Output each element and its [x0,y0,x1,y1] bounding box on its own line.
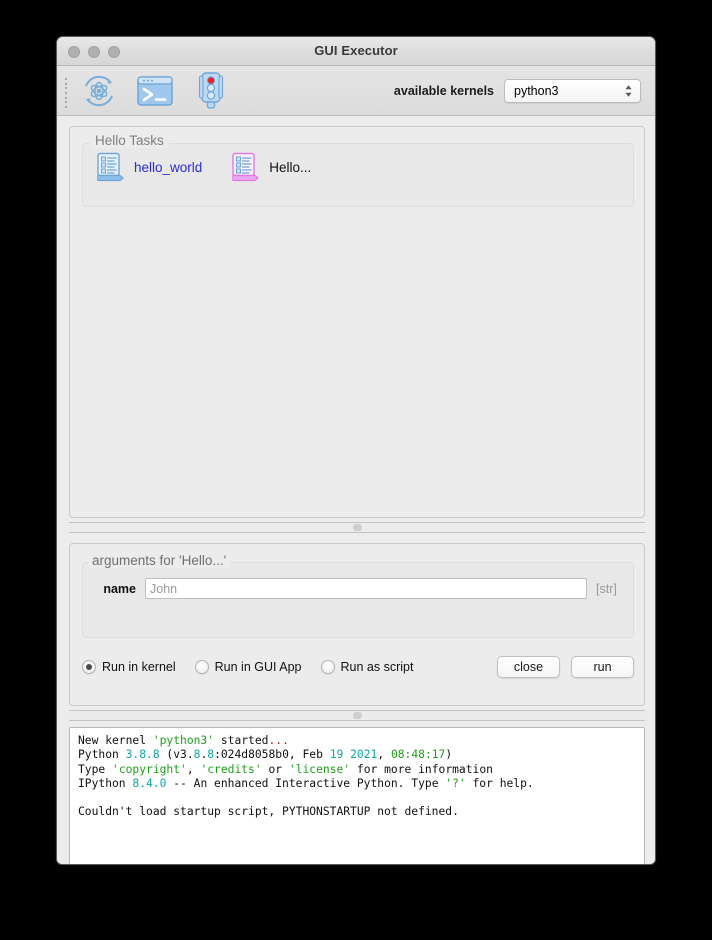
console-line: Type 'copyright', 'credits' or 'license'… [78,762,493,776]
script-document-pink-icon [232,152,260,182]
name-field[interactable] [145,578,587,599]
tasks-group-title: Hello Tasks [90,133,169,148]
radio-run-in-gui-app[interactable]: Run in GUI App [194,660,302,674]
kernel-selector-group: available kernels python3 [394,79,641,103]
console-line: New kernel 'python3' started... [78,734,289,747]
radio-indicator [82,660,96,674]
window-title: GUI Executor [314,43,398,58]
splitter-handle [352,712,362,719]
console-line: Couldn't load startup script, PYTHONSTAR… [78,805,459,819]
tasks-panel: Hello Tasks hello_world Hello... [69,126,645,518]
splitter-arguments-console[interactable] [69,710,645,721]
radio-label: Run in kernel [102,660,176,674]
app-window: GUI Executor available kernels python3 H… [56,36,656,865]
task-list: hello_world Hello... [97,152,311,182]
title-bar: GUI Executor [57,37,655,66]
kernel-restart-button[interactable] [79,71,119,111]
task-item-hello[interactable]: Hello... [232,152,311,182]
splitter-handle [352,524,362,531]
close-button[interactable]: close [497,656,560,678]
console-line: Python 3.8.8 (v3.8.8:024d8058b0, Feb 19 … [78,748,453,762]
radio-label: Run as script [340,660,414,674]
kernel-status-button[interactable] [191,71,231,111]
task-item-label: hello_world [134,159,203,175]
argument-row-name: name [str] [92,578,626,599]
run-controls-row: Run in kernel Run in GUI App Run as scri… [82,656,634,678]
available-kernels-label: available kernels [393,84,494,98]
toolbar: available kernels python3 [57,66,655,116]
arguments-panel: arguments for 'Hello...' name [str] Run … [69,543,645,706]
task-item-hello-world[interactable]: hello_world [97,152,202,182]
kernel-select-value: python3 [514,84,559,98]
terminal-icon [137,76,173,106]
toolbar-icon-group [79,71,231,111]
console-button[interactable] [135,71,175,111]
kernel-select[interactable]: python3 [504,79,641,103]
radio-run-as-script[interactable]: Run as script [320,660,414,674]
arguments-frame: name [str] [82,562,634,638]
argument-label-name: name [103,581,136,596]
kernel-restart-icon [81,73,117,109]
traffic-light-icon [198,72,224,110]
action-buttons: close run [497,656,634,678]
console-output[interactable]: New kernel 'python3' started... Python 3.… [69,727,645,864]
tasks-group: Hello Tasks hello_world Hello... [82,133,634,207]
script-document-blue-icon [97,152,125,182]
run-mode-radio-group: Run in kernel Run in GUI App Run as scri… [82,660,413,674]
console-text: New kernel 'python3' started... Python 3.… [70,728,644,826]
argument-type-hint: [str] [596,581,617,596]
splitter-tasks-arguments[interactable] [69,522,645,533]
radio-indicator [194,660,209,674]
console-line: IPython 8.4.0 -- An enhanced Interactive… [78,776,534,790]
chevron-up-down-icon [624,83,633,99]
toolbar-grip-handle[interactable] [65,78,69,108]
arguments-title: arguments for 'Hello...' [88,553,231,568]
radio-label: Run in GUI App [214,660,302,674]
run-button[interactable]: run [571,656,634,678]
radio-indicator [320,660,335,674]
window-body: Hello Tasks hello_world Hello... argumen… [57,116,655,864]
radio-run-in-kernel[interactable]: Run in kernel [82,660,176,674]
tasks-group-frame: hello_world Hello... [82,143,634,207]
task-item-label: Hello... [269,159,312,175]
